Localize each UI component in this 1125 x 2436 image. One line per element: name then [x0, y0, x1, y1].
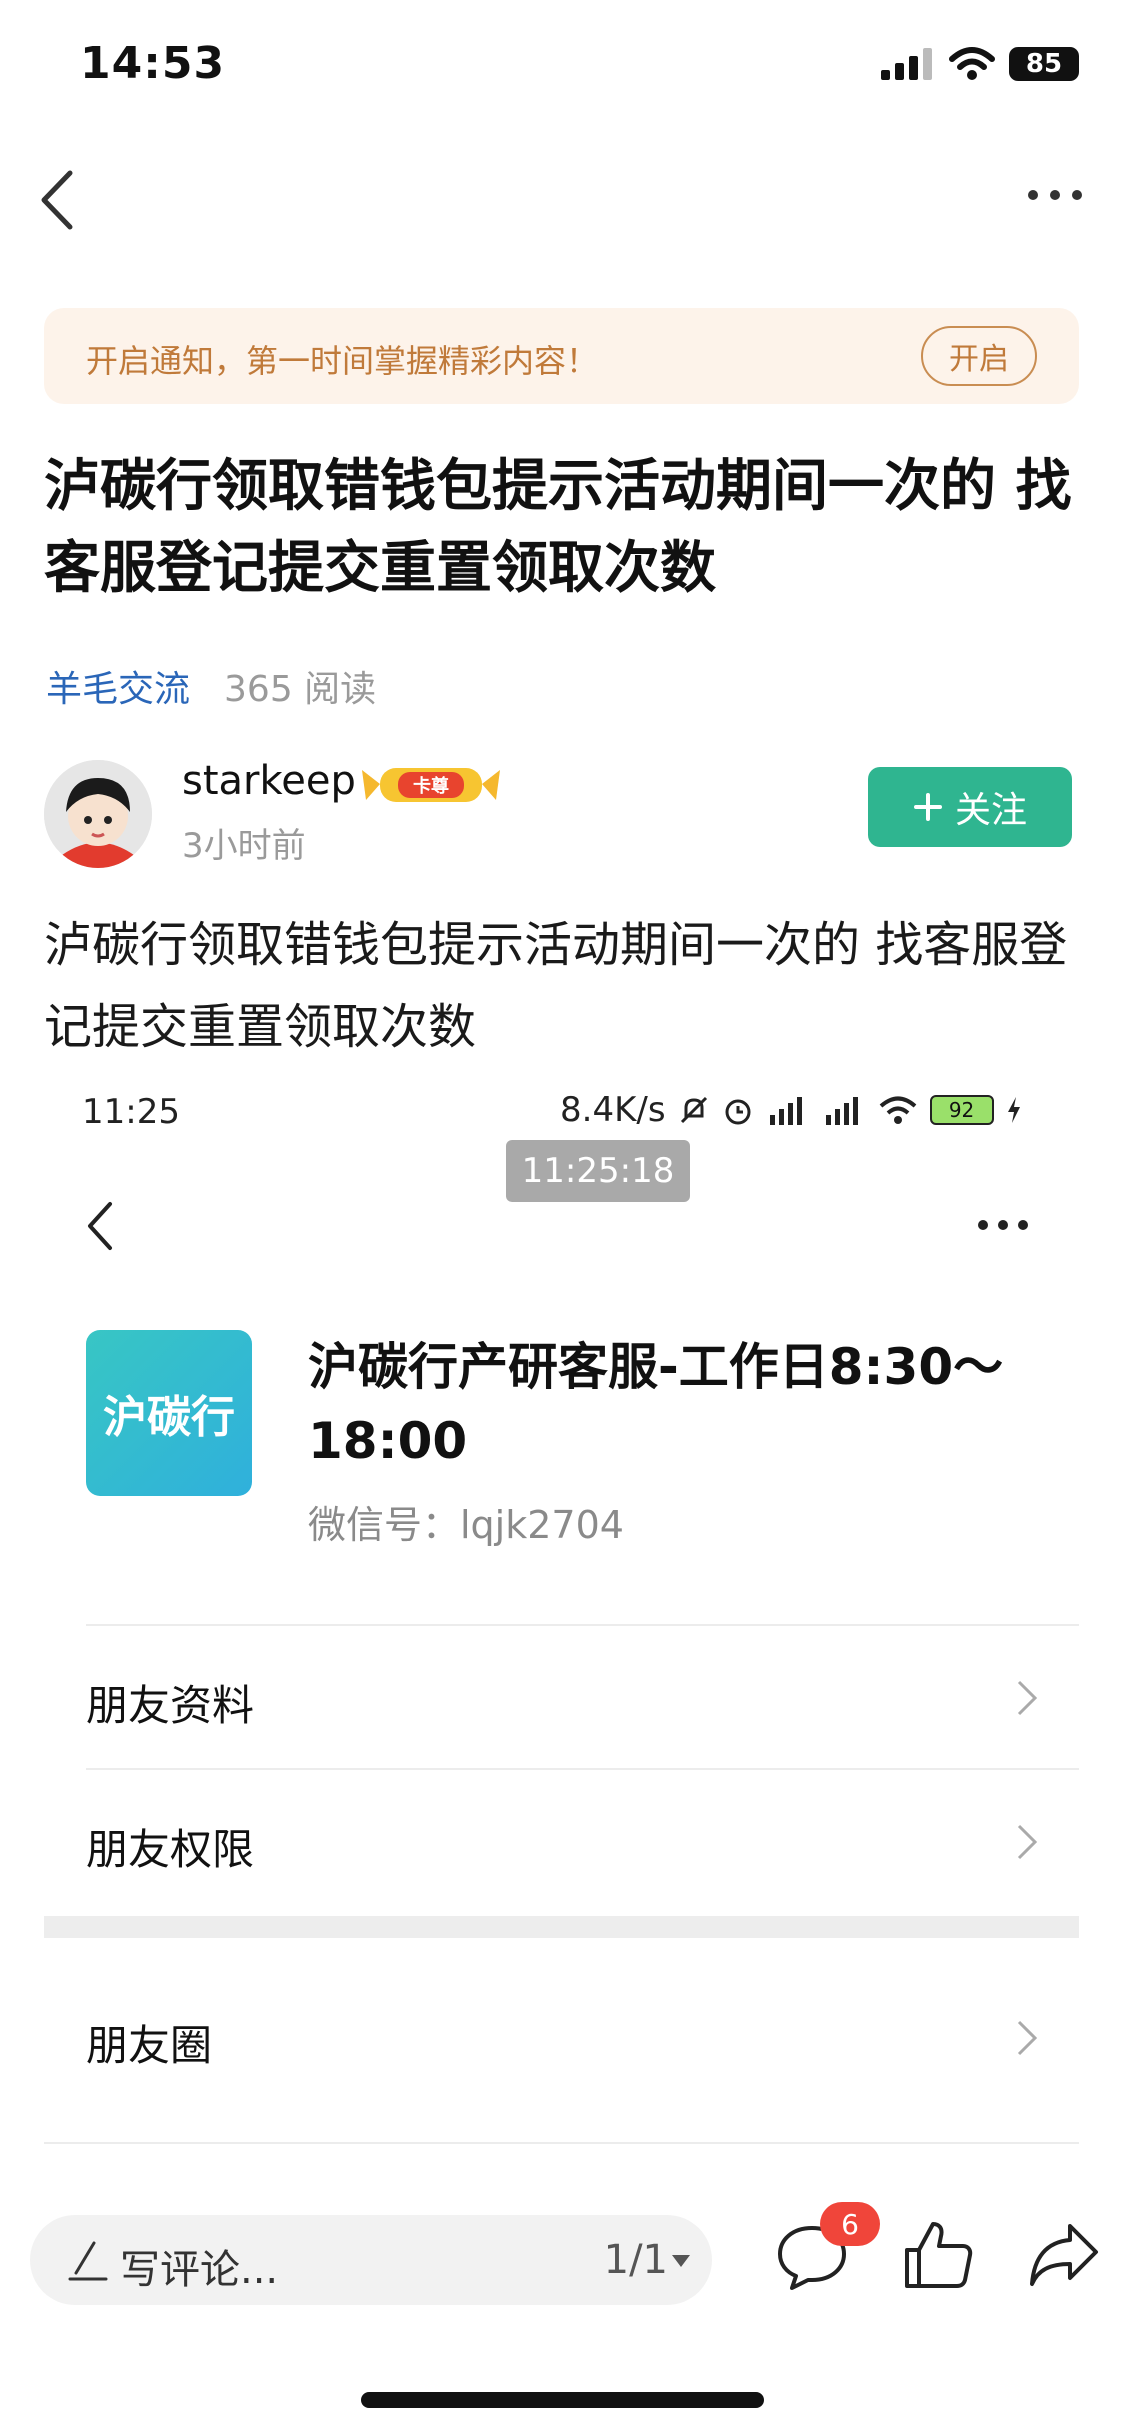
app-logo: 沪碳行 [86, 1330, 252, 1496]
comment-count-badge: 6 [820, 2202, 880, 2246]
read-count: 365 阅读 [224, 669, 377, 710]
plus-icon [913, 793, 942, 821]
page-indicator[interactable]: 1/1 [604, 2237, 668, 2283]
article-title: 泸碳行领取错钱包提示活动期间一次的 找客服登记提交重置领取次数 [44, 454, 1072, 601]
avatar[interactable] [44, 760, 152, 868]
status-icons: 85 [881, 44, 1079, 84]
screenshot-more-icon [978, 1220, 1028, 1230]
follow-label: 关注 [954, 790, 1027, 831]
article-meta: 羊毛交流 365 阅读 [46, 660, 376, 712]
screenshot-back-icon [88, 1202, 112, 1250]
chevron-right-icon [1017, 1680, 1038, 1716]
pen-icon [68, 2241, 108, 2281]
enable-notification-button[interactable]: 开启 [921, 326, 1037, 386]
row-label: 朋友圈 [86, 2021, 213, 2070]
row-label: 朋友权限 [86, 1825, 255, 1874]
caret-down-icon [672, 2255, 690, 2267]
avatar-image [44, 760, 152, 868]
category-link[interactable]: 羊毛交流 [46, 660, 190, 712]
battery-indicator: 85 [1009, 47, 1079, 81]
wechat-id: 微信号：lqjk2704 [308, 1503, 624, 1547]
screenshot-net-speed: 8.4K/s [560, 1090, 666, 1130]
timestamp-chip: 11:25:18 [506, 1140, 690, 1202]
share-icon[interactable] [1028, 2222, 1100, 2288]
row-friend-permissions: 朋友权限 [86, 1772, 1079, 1912]
more-icon[interactable] [1025, 180, 1085, 210]
row-label: 朋友资料 [86, 1681, 255, 1730]
chevron-right-icon [1017, 1824, 1038, 1860]
badge-text: 卡尊 [413, 775, 449, 797]
screenshot-time: 11:25 [82, 1092, 180, 1132]
like-icon[interactable] [903, 2218, 973, 2290]
vip-badge: 卡尊 [362, 768, 500, 802]
article-body: 泸碳行领取错钱包提示活动期间一次的 找客服登记提交重置领取次数 [44, 917, 1068, 1055]
signal-hd-icon [769, 1097, 802, 1125]
row-divider [86, 1768, 1079, 1770]
back-icon[interactable] [30, 165, 90, 235]
row-divider [86, 1624, 1079, 1626]
content-divider [44, 2142, 1079, 2144]
chevron-right-icon [1017, 2020, 1038, 2056]
status-time: 14:53 [80, 38, 226, 89]
comment-input[interactable]: 写评论... 1/1 [30, 2215, 712, 2305]
notice-text: 开启通知，第一时间掌握精彩内容！ [86, 342, 599, 380]
home-indicator[interactable] [361, 2392, 764, 2408]
wifi-icon-small [879, 1096, 916, 1124]
alarm-icon [725, 1099, 751, 1125]
comment-placeholder: 写评论... [120, 2247, 279, 2293]
charging-icon [1007, 1097, 1020, 1123]
row-moments: 朋友圈 [86, 1968, 1079, 2108]
signal-icon [881, 48, 932, 80]
contact-name: 沪碳行产研客服-工作日8:30～18:00 [308, 1338, 1004, 1470]
follow-button[interactable]: 关注 [868, 767, 1072, 847]
row-friend-profile: 朋友资料 [86, 1628, 1079, 1768]
post-time: 3小时前 [182, 826, 306, 866]
screenshot-status-icons: 8.4K/s 92 [560, 1090, 1022, 1130]
screenshot-battery: 92 [929, 1095, 994, 1125]
author-name[interactable]: starkeep [182, 758, 356, 804]
section-gap [44, 1916, 1079, 1938]
signal-hd-icon-2 [825, 1097, 858, 1125]
mute-icon [680, 1096, 707, 1124]
notification-banner: 开启通知，第一时间掌握精彩内容！ 开启 [44, 308, 1079, 404]
wifi-icon [949, 47, 995, 80]
